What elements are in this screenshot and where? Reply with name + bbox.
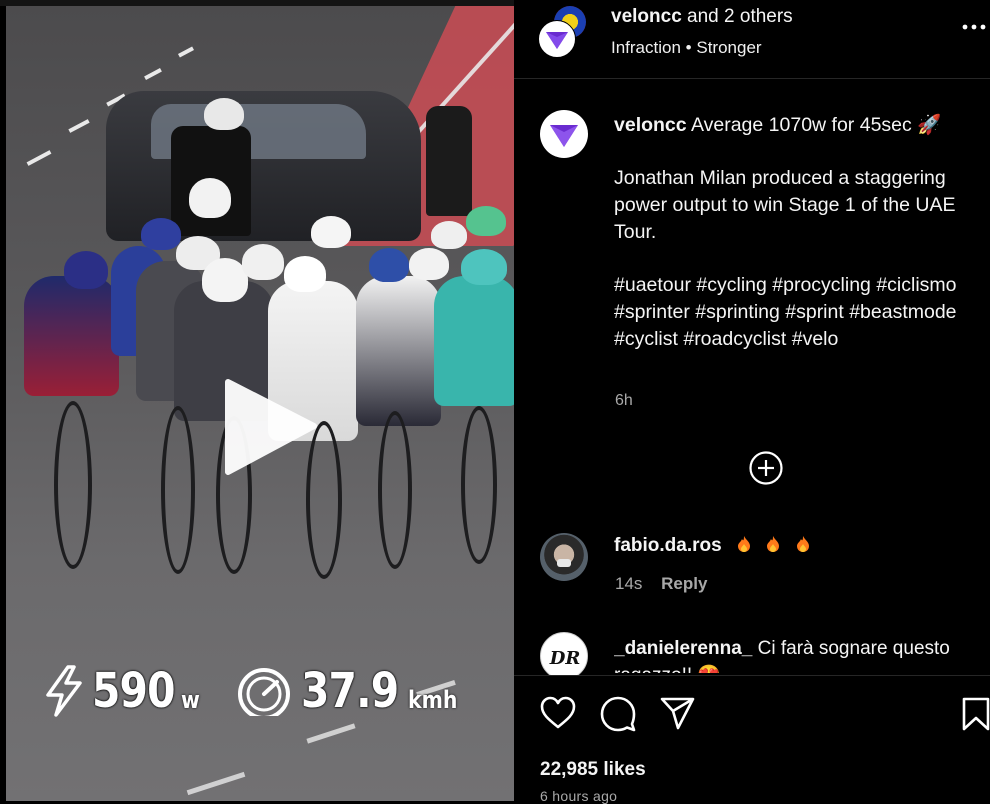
caption-headline: Average 1070w for 45sec [690,114,912,136]
video-player[interactable]: 590 w 37.9 kmh [6,6,514,801]
comment: _danielerenna_ Ci farà sognare questo ra… [614,635,974,673]
comment-meta: 14s Reply [615,574,721,594]
bookmark-icon [962,697,990,731]
header-divider [514,78,990,79]
profile-photo-icon [557,559,571,567]
fire-emoji-icons [727,535,810,556]
more-options-button[interactable] [962,20,986,31]
audio-attribution[interactable]: Infraction • Stronger [611,38,762,58]
road-marking [306,723,356,744]
like-button[interactable] [540,696,576,735]
heart-icon [540,696,576,729]
actions-divider [514,675,990,676]
reply-button[interactable]: Reply [661,574,707,593]
comment: fabio.da.ros [614,535,810,557]
bike-wheel [161,406,195,574]
road-marking [68,119,90,133]
rider-helmet [141,218,181,250]
svg-text:DR: DR [549,648,581,669]
camera-operator-helmet [204,98,244,130]
road-marking [177,46,195,58]
lightning-icon [44,665,84,717]
comment-avatar[interactable] [540,533,588,581]
velon-avatar [538,20,576,58]
rider-helmet [284,256,326,292]
rider [434,276,514,406]
rider [356,276,441,426]
audio-track[interactable]: Stronger [696,38,761,57]
play-icon [225,379,317,475]
audio-artist[interactable]: Infraction [611,38,681,57]
speed-value: 37.9 [301,663,399,719]
action-bar [514,676,990,801]
dr-logo-icon: DR [549,648,581,669]
rocket-emoji: 🚀 [917,114,942,136]
post-timestamp[interactable]: 6 hours ago [540,788,617,804]
caption-hashtags[interactable]: #uaetour #cycling #procycling #ciclismo … [614,272,974,353]
bike-wheel [378,411,412,569]
likes-count[interactable]: 22,985 likes [540,759,646,781]
more-horizontal-icon [962,24,986,30]
rider-helmet [431,221,467,249]
caption-username[interactable]: veloncc [614,114,687,136]
speed-unit: kmh [407,686,458,714]
comment-icon [600,696,636,732]
velon-logo-icon [546,32,568,49]
caption-avatar[interactable] [540,110,588,158]
share-icon [660,697,695,730]
caption-body: Jonathan Milan produced a staggering pow… [614,167,956,243]
fire-icon [737,536,750,552]
collab-avatars[interactable] [538,6,590,58]
motorbike-rider-helmet [189,178,231,218]
bike-wheel [461,406,497,564]
comment-button[interactable] [600,696,636,737]
power-unit: w [181,686,201,714]
rider-helmet [242,244,284,280]
rider-helmet [461,249,507,285]
rider-helmet [64,251,108,289]
velon-logo-icon [550,125,578,147]
save-button[interactable] [962,697,990,736]
play-button[interactable] [224,378,324,483]
comment-avatar[interactable]: DR [540,632,588,680]
rider-helmet [466,206,506,236]
stats-overlay: 590 w 37.9 kmh [44,656,466,726]
rider-helmet [311,216,351,248]
rider-helmet [409,248,449,280]
post-caption: veloncc Average 1070w for 45sec 🚀 Jonath… [614,112,974,353]
road-marking [144,68,162,80]
share-button[interactable] [660,697,696,736]
road-marking [26,150,52,166]
post-owner-username[interactable]: veloncc [611,6,682,27]
comment-timestamp[interactable]: 14s [615,574,642,593]
comment-username[interactable]: _danielerenna_ [614,638,752,659]
plus-circle-icon [749,451,783,485]
fire-icon [796,536,809,552]
collaborators-link[interactable]: and 2 others [687,6,793,27]
power-value: 590 [92,663,175,719]
comment-username[interactable]: fabio.da.ros [614,535,722,556]
caption-timestamp[interactable]: 6h [615,392,633,410]
rider-helmet [369,248,409,282]
speedometer-icon [235,666,293,716]
fire-icon [767,536,780,552]
road-marking [186,771,246,796]
post-owner[interactable]: veloncc and 2 others [611,6,793,28]
bike-wheel [54,401,92,569]
load-more-comments-button[interactable] [748,450,784,491]
audio-separator: • [685,38,692,57]
spectator [426,106,472,216]
rider [24,276,119,396]
